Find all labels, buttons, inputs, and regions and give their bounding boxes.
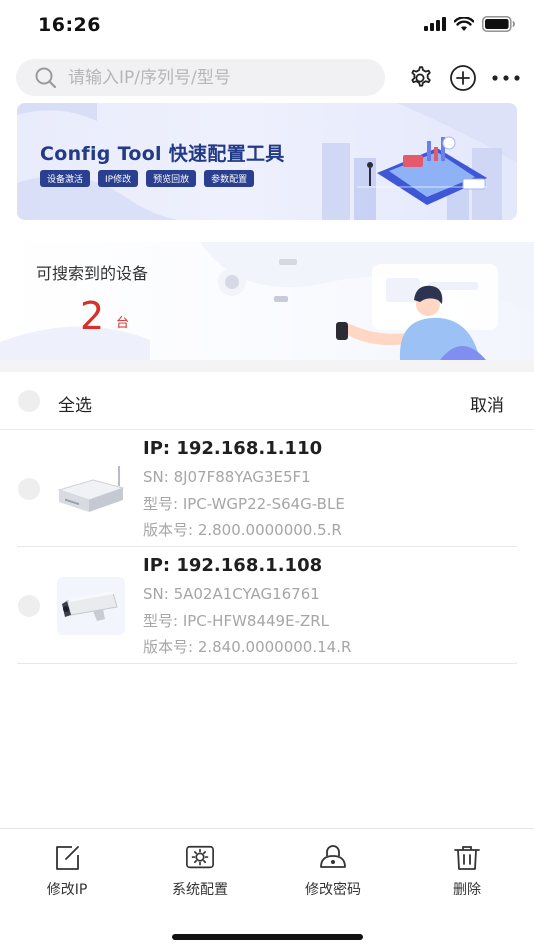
found-devices-count: 2 bbox=[80, 294, 105, 338]
add-circle-icon bbox=[450, 65, 476, 91]
select-all-checkbox[interactable] bbox=[18, 390, 40, 412]
status-bar: 16:26 bbox=[0, 0, 534, 54]
camera-device-image bbox=[57, 577, 125, 635]
delete-button[interactable]: 删除 bbox=[412, 843, 522, 899]
banner-tags: 设备激活 IP修改 预览回放 参数配置 bbox=[40, 170, 255, 187]
device-ip: IP: 192.168.1.110 bbox=[143, 438, 323, 459]
lock-icon bbox=[318, 843, 348, 873]
section-divider bbox=[0, 360, 534, 372]
settings-button[interactable] bbox=[405, 62, 437, 94]
home-indicator bbox=[172, 934, 363, 940]
status-icons bbox=[424, 16, 516, 32]
device-version: 版本号: 2.840.0000000.14.R bbox=[143, 638, 352, 656]
status-time: 16:26 bbox=[38, 14, 101, 36]
banner-tag: 预览回放 bbox=[146, 170, 197, 187]
search-input[interactable] bbox=[68, 67, 358, 88]
found-devices-panel: 可搜索到的设备 2 台 bbox=[0, 242, 534, 360]
tool-label: 删除 bbox=[453, 882, 481, 898]
wifi-icon bbox=[454, 16, 474, 31]
system-config-button[interactable]: 系统配置 bbox=[145, 843, 255, 899]
device-select-checkbox[interactable] bbox=[18, 478, 40, 500]
device-version: 版本号: 2.800.0000000.5.R bbox=[143, 521, 342, 539]
system-config-icon bbox=[185, 843, 215, 873]
found-devices-unit: 台 bbox=[116, 316, 130, 331]
search-icon bbox=[35, 67, 57, 88]
search-bar[interactable] bbox=[16, 59, 385, 96]
banner-tag: IP修改 bbox=[98, 170, 139, 187]
trash-icon bbox=[452, 843, 482, 873]
device-sn: SN: 8J07F88YAG3E5F1 bbox=[143, 468, 311, 486]
nvr-device-image bbox=[57, 460, 125, 518]
change-password-button[interactable]: 修改密码 bbox=[278, 843, 388, 899]
edit-icon bbox=[52, 843, 82, 873]
banner-title: Config Tool 快速配置工具 bbox=[40, 143, 285, 165]
modify-ip-button[interactable]: 修改IP bbox=[12, 843, 122, 899]
device-select-checkbox[interactable] bbox=[18, 595, 40, 617]
device-list-item[interactable]: IP: 192.168.1.108 SN: 5A02A1CYAG16761 型号… bbox=[17, 547, 517, 664]
device-sn: SN: 5A02A1CYAG16761 bbox=[143, 585, 320, 603]
bottom-toolbar: 修改IP 系统配置 修改密码 删除 bbox=[0, 828, 534, 950]
device-model: 型号: IPC-HFW8449E-ZRL bbox=[143, 612, 330, 630]
gear-icon bbox=[411, 66, 431, 87]
tool-label: 修改IP bbox=[46, 882, 88, 898]
promo-banner[interactable]: Config Tool 快速配置工具 设备激活 IP修改 预览回放 参数配置 bbox=[17, 103, 517, 220]
device-list-item[interactable]: IP: 192.168.1.110 SN: 8J07F88YAG3E5F1 型号… bbox=[17, 430, 517, 547]
select-all-row: 全选 取消 bbox=[0, 372, 534, 430]
tool-label: 系统配置 bbox=[172, 882, 228, 898]
bullet-camera-icon bbox=[62, 591, 118, 621]
battery-icon bbox=[482, 16, 515, 32]
add-device-button[interactable] bbox=[447, 62, 479, 94]
nvr-recorder-icon bbox=[57, 466, 125, 512]
found-devices-label: 可搜索到的设备 bbox=[36, 264, 149, 283]
select-all-label[interactable]: 全选 bbox=[58, 391, 92, 416]
device-model: 型号: IPC-WGP22-S64G-BLE bbox=[143, 495, 345, 513]
banner-tag: 参数配置 bbox=[204, 170, 255, 187]
tool-label: 修改密码 bbox=[305, 882, 361, 898]
more-button[interactable] bbox=[490, 62, 522, 94]
banner-tag: 设备激活 bbox=[40, 170, 91, 187]
more-dots-icon bbox=[492, 75, 520, 81]
cellular-signal-icon bbox=[424, 17, 446, 31]
cancel-button[interactable]: 取消 bbox=[470, 391, 504, 416]
device-ip: IP: 192.168.1.108 bbox=[143, 555, 323, 576]
